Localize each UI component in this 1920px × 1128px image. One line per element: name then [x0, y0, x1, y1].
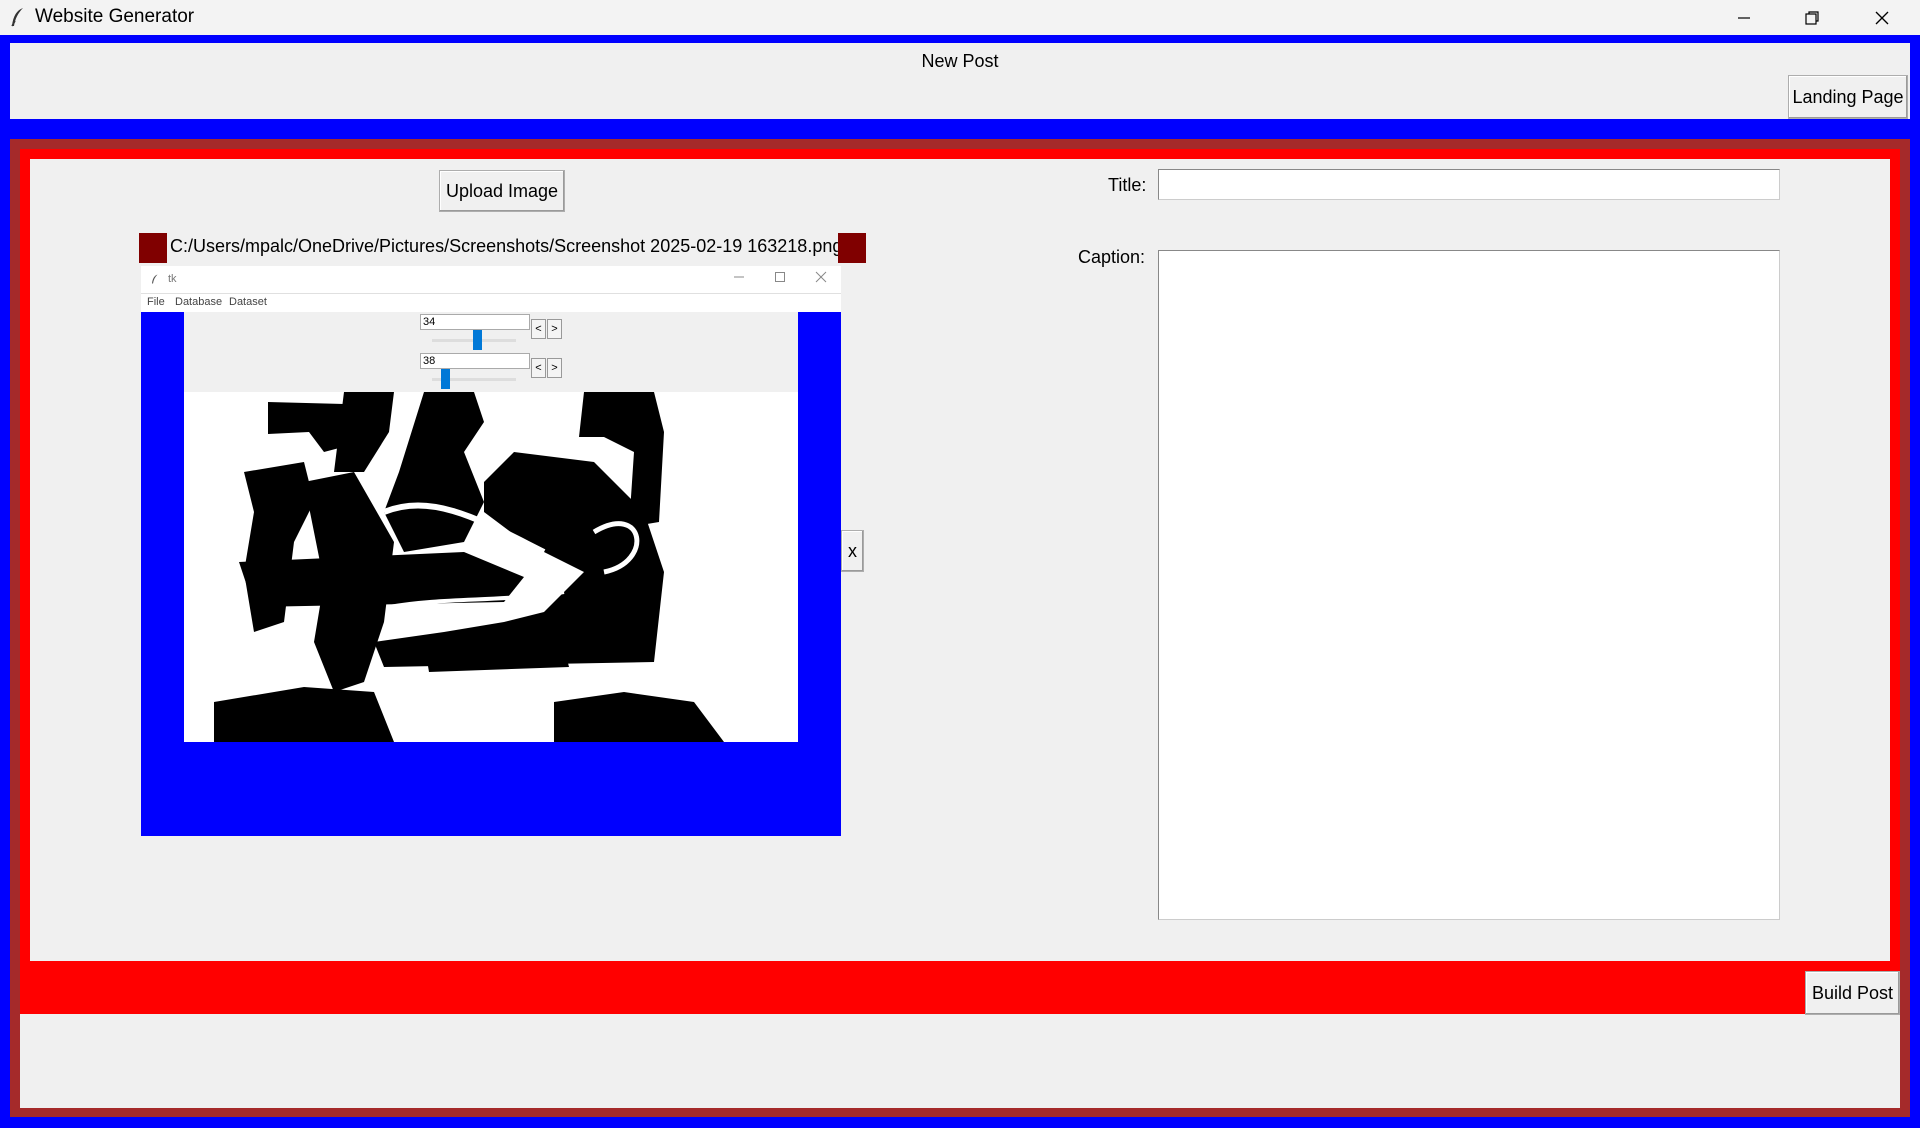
preview-feather-icon [149, 272, 161, 289]
header-panel: New Post [10, 43, 1910, 119]
preview-slider2-next: > [547, 358, 562, 378]
preview-drawing [184, 392, 798, 742]
title-input[interactable] [1158, 169, 1780, 200]
page-title: New Post [921, 51, 999, 71]
window-titlebar: Website Generator [0, 0, 1920, 35]
upload-image-button[interactable]: Upload Image [439, 170, 565, 212]
restore-icon[interactable] [1784, 0, 1840, 35]
preview-menubar: File Database Dataset [141, 294, 841, 312]
preview-slider1-next: > [547, 319, 562, 339]
bottom-panel [20, 1014, 1900, 1108]
preview-controls: 34 < > 38 < > [184, 312, 798, 392]
caption-label: Caption: [1078, 247, 1146, 267]
image-marker-left [139, 233, 167, 263]
file-path-label: C:/Users/mpalc/OneDrive/Pictures/Screens… [170, 236, 843, 256]
landing-page-button[interactable]: Landing Page [1788, 75, 1908, 119]
image-marker-right [838, 233, 866, 263]
close-icon[interactable] [1854, 0, 1910, 35]
preview-slider2-value: 38 [420, 353, 530, 369]
image-preview: tk File Database Dataset 34 < > 38 < > [141, 266, 841, 836]
preview-menu-file: File [147, 296, 165, 308]
preview-menu-dataset: Dataset [229, 296, 267, 308]
preview-slider2-thumb [440, 369, 450, 389]
title-label: Title: [1108, 175, 1147, 195]
build-post-button[interactable]: Build Post [1805, 971, 1900, 1015]
preview-window-titlebar: tk [141, 266, 841, 294]
remove-image-button[interactable]: x [841, 530, 864, 572]
preview-slider1-value: 34 [420, 314, 530, 330]
preview-window-title: tk [168, 273, 177, 285]
preview-close-icon [815, 271, 827, 286]
feather-icon [6, 5, 30, 29]
preview-minimize-icon [733, 270, 745, 287]
preview-slider1-prev: < [531, 319, 546, 339]
preview-slider1-thumb [472, 330, 482, 350]
preview-menu-database: Database [175, 296, 223, 308]
preview-slider2-prev: < [531, 358, 546, 378]
preview-maximize-icon [774, 271, 786, 286]
caption-textarea[interactable] [1158, 250, 1780, 920]
minimize-icon[interactable] [1716, 0, 1772, 35]
window-title: Website Generator [35, 6, 195, 27]
